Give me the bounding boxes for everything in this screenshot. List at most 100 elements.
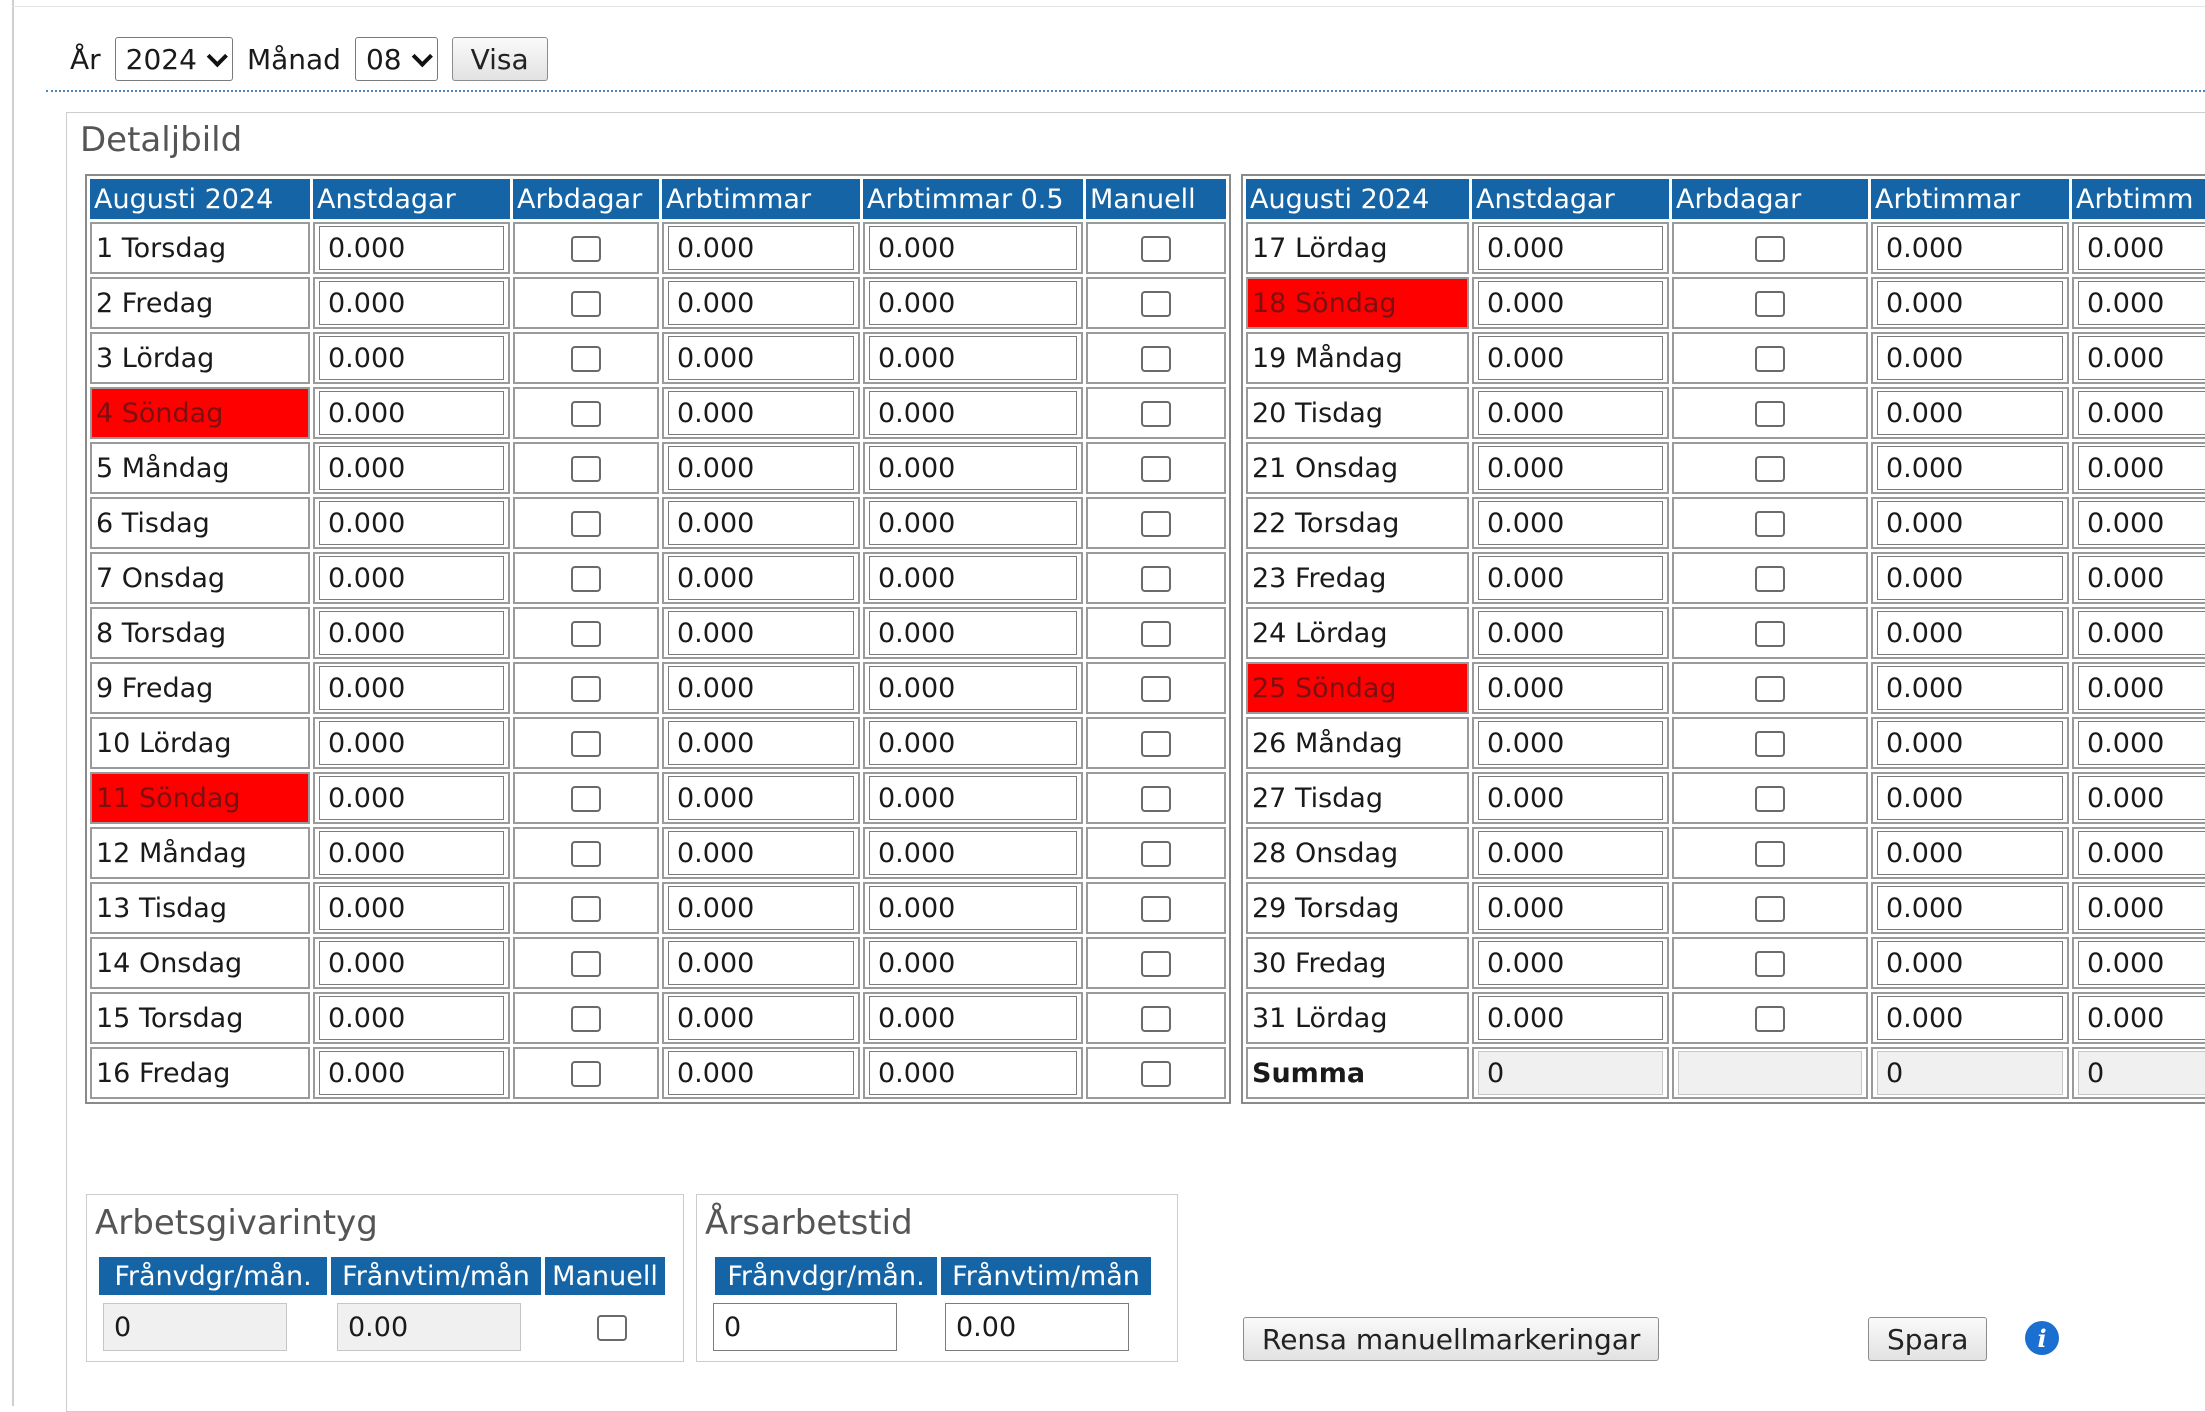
arbtimmar-05-input[interactable]: 0.000 — [869, 281, 1077, 325]
anstdagar-input[interactable]: 0.000 — [319, 391, 504, 435]
anstdagar-input[interactable]: 0.000 — [319, 721, 504, 765]
arbtimmar-input[interactable]: 0.000 — [668, 776, 854, 820]
arbtimmar-input[interactable]: 0.000 — [1877, 501, 2063, 545]
arbdagar-checkbox[interactable] — [571, 951, 601, 977]
arbdagar-checkbox[interactable] — [571, 841, 601, 867]
arbtimmar-input[interactable]: 0.000 — [1877, 941, 2063, 985]
anstdagar-input[interactable]: 0.000 — [1478, 666, 1663, 710]
arbtimmar-input[interactable]: 0.000 — [1877, 336, 2063, 380]
arbtimmar-05-input[interactable]: 0.000 — [869, 556, 1077, 600]
arbdagar-checkbox[interactable] — [571, 676, 601, 702]
anstdagar-input[interactable]: 0.000 — [319, 226, 504, 270]
arbtimmar-05-input[interactable]: 0.000 — [2078, 941, 2205, 985]
arbdagar-checkbox[interactable] — [1755, 841, 1785, 867]
manuell-checkbox[interactable] — [1141, 456, 1171, 482]
arbtimmar-05-input[interactable]: 0.000 — [2078, 501, 2205, 545]
arbetsgivarintyg-franvdgr-field[interactable]: 0 — [103, 1303, 287, 1351]
anstdagar-input[interactable]: 0.000 — [1478, 281, 1663, 325]
arbtimmar-05-input[interactable]: 0.000 — [2078, 336, 2205, 380]
arbtimmar-05-input[interactable]: 0.000 — [869, 941, 1077, 985]
arbtimmar-05-input[interactable]: 0.000 — [2078, 721, 2205, 765]
arbdagar-checkbox[interactable] — [1755, 896, 1785, 922]
arbtimmar-input[interactable]: 0.000 — [1877, 776, 2063, 820]
arbtimmar-input[interactable]: 0.000 — [668, 336, 854, 380]
arbtimmar-input[interactable]: 0.000 — [668, 446, 854, 490]
arbtimmar-input[interactable]: 0.000 — [1877, 666, 2063, 710]
anstdagar-input[interactable]: 0.000 — [1478, 996, 1663, 1040]
arbtimmar-05-input[interactable]: 0.000 — [869, 336, 1077, 380]
manuell-checkbox[interactable] — [1141, 236, 1171, 262]
arbdagar-checkbox[interactable] — [571, 511, 601, 537]
arbtimmar-05-input[interactable]: 0.000 — [2078, 446, 2205, 490]
arbtimmar-05-input[interactable]: 0.000 — [869, 226, 1077, 270]
arbtimmar-05-input[interactable]: 0.000 — [2078, 281, 2205, 325]
anstdagar-input[interactable]: 0.000 — [1478, 336, 1663, 380]
arbdagar-checkbox[interactable] — [1755, 1006, 1785, 1032]
arbtimmar-05-input[interactable]: 0.000 — [869, 446, 1077, 490]
manuell-checkbox[interactable] — [1141, 1006, 1171, 1032]
arbtimmar-05-input[interactable]: 0.000 — [869, 666, 1077, 710]
anstdagar-input[interactable]: 0.000 — [1478, 556, 1663, 600]
arbtimmar-05-input[interactable]: 0.000 — [2078, 996, 2205, 1040]
arbetsgivarintyg-manuell-checkbox[interactable] — [597, 1315, 627, 1341]
manuell-checkbox[interactable] — [1141, 1061, 1171, 1087]
arbtimmar-input[interactable]: 0.000 — [668, 226, 854, 270]
arbdagar-checkbox[interactable] — [1755, 731, 1785, 757]
arbtimmar-05-input[interactable]: 0.000 — [2078, 226, 2205, 270]
arbtimmar-input[interactable]: 0.000 — [1877, 226, 2063, 270]
manuell-checkbox[interactable] — [1141, 621, 1171, 647]
arbdagar-checkbox[interactable] — [571, 291, 601, 317]
arbtimmar-input[interactable]: 0.000 — [668, 996, 854, 1040]
arbdagar-checkbox[interactable] — [571, 896, 601, 922]
anstdagar-input[interactable]: 0.000 — [319, 941, 504, 985]
arbtimmar-input[interactable]: 0.000 — [668, 1051, 854, 1095]
arbtimmar-input[interactable]: 0.000 — [1877, 611, 2063, 655]
arbdagar-checkbox[interactable] — [1755, 951, 1785, 977]
arbdagar-checkbox[interactable] — [571, 401, 601, 427]
arbtimmar-input[interactable]: 0.000 — [1877, 721, 2063, 765]
anstdagar-input[interactable]: 0.000 — [1478, 941, 1663, 985]
anstdagar-input[interactable]: 0.000 — [319, 446, 504, 490]
anstdagar-input[interactable]: 0.000 — [1478, 611, 1663, 655]
arbdagar-checkbox[interactable] — [571, 456, 601, 482]
arbdagar-checkbox[interactable] — [1755, 401, 1785, 427]
arbtimmar-input[interactable]: 0.000 — [668, 941, 854, 985]
arbtimmar-input[interactable]: 0.000 — [668, 721, 854, 765]
anstdagar-input[interactable]: 0.000 — [1478, 886, 1663, 930]
arbdagar-checkbox[interactable] — [1755, 621, 1785, 647]
arbdagar-checkbox[interactable] — [571, 621, 601, 647]
arbtimmar-05-input[interactable]: 0.000 — [2078, 776, 2205, 820]
arbtimmar-input[interactable]: 0.000 — [668, 886, 854, 930]
arsarbetstid-franvtim-field[interactable]: 0.00 — [945, 1303, 1129, 1351]
arbdagar-checkbox[interactable] — [571, 731, 601, 757]
anstdagar-input[interactable]: 0.000 — [319, 281, 504, 325]
arbtimmar-05-input[interactable]: 0.000 — [2078, 611, 2205, 655]
arbdagar-checkbox[interactable] — [1755, 346, 1785, 372]
arbtimmar-05-input[interactable]: 0.000 — [869, 831, 1077, 875]
anstdagar-input[interactable]: 0.000 — [319, 336, 504, 380]
anstdagar-input[interactable]: 0.000 — [319, 996, 504, 1040]
arbdagar-checkbox[interactable] — [1755, 786, 1785, 812]
manuell-checkbox[interactable] — [1141, 896, 1171, 922]
arbtimmar-05-input[interactable]: 0.000 — [2078, 556, 2205, 600]
arbtimmar-05-input[interactable]: 0.000 — [869, 996, 1077, 1040]
arbtimmar-05-input[interactable]: 0.000 — [869, 611, 1077, 655]
arbtimmar-input[interactable]: 0.000 — [1877, 831, 2063, 875]
arbtimmar-input[interactable]: 0.000 — [1877, 996, 2063, 1040]
anstdagar-input[interactable]: 0.000 — [1478, 721, 1663, 765]
arbtimmar-input[interactable]: 0.000 — [1877, 446, 2063, 490]
arbdagar-checkbox[interactable] — [1755, 236, 1785, 262]
arbtimmar-05-input[interactable]: 0.000 — [869, 776, 1077, 820]
arbdagar-checkbox[interactable] — [571, 566, 601, 592]
manuell-checkbox[interactable] — [1141, 566, 1171, 592]
anstdagar-input[interactable]: 0.000 — [319, 831, 504, 875]
year-select[interactable]: 2024 — [114, 37, 233, 81]
anstdagar-input[interactable]: 0.000 — [319, 886, 504, 930]
anstdagar-input[interactable]: 0.000 — [319, 611, 504, 655]
anstdagar-input[interactable]: 0.000 — [319, 1051, 504, 1095]
arbdagar-checkbox[interactable] — [571, 236, 601, 262]
manuell-checkbox[interactable] — [1141, 346, 1171, 372]
manuell-checkbox[interactable] — [1141, 731, 1171, 757]
arsarbetstid-franvdgr-field[interactable]: 0 — [713, 1303, 897, 1351]
arbtimmar-05-input[interactable]: 0.000 — [2078, 391, 2205, 435]
